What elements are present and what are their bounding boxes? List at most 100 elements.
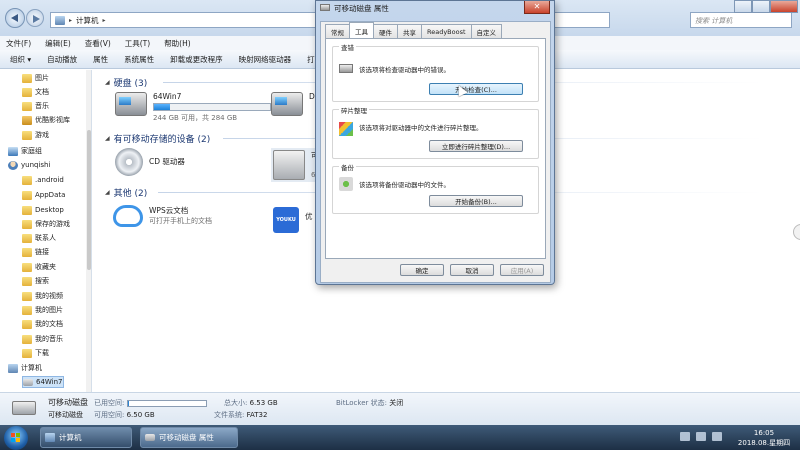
tab-tools[interactable]: 工具 xyxy=(349,22,374,38)
nav-item[interactable]: 我的图片 xyxy=(22,304,63,316)
defrag-icon xyxy=(339,122,353,136)
nav-item[interactable]: 搜索 xyxy=(22,275,49,287)
drive-icon xyxy=(23,378,33,386)
menu-edit[interactable]: 编辑(E) xyxy=(45,38,71,49)
folder-icon xyxy=(22,73,32,83)
details-title: 可移动磁盘 xyxy=(48,398,88,407)
forward-button[interactable] xyxy=(26,9,44,27)
nav-item[interactable]: 联系人 xyxy=(22,232,56,244)
folder-icon xyxy=(22,348,32,358)
group-header-other[interactable]: ◢ 其他 (2) xyxy=(105,186,147,199)
folder-icon xyxy=(22,190,32,200)
minimize-button[interactable] xyxy=(734,0,752,13)
uninstall-button[interactable]: 卸载或更改程序 xyxy=(170,54,223,65)
nav-item[interactable]: 文档 xyxy=(22,86,49,98)
wps-cloud-tile[interactable]: WPS云文档 可打开手机上的文档 xyxy=(113,205,212,227)
error-check-section: 查错 该选项将检查驱动器中的错误。 开始检查(C)... xyxy=(332,42,539,102)
nav-item[interactable]: 计算机 xyxy=(8,362,42,374)
tab-customize[interactable]: 自定义 xyxy=(470,24,503,38)
close-button[interactable] xyxy=(770,0,798,13)
taskbar-item-properties[interactable]: 可移动磁盘 属性 xyxy=(140,427,238,448)
map-network-drive-button[interactable]: 映射网络驱动器 xyxy=(239,54,292,65)
cd-drive-tile[interactable]: CD 驱动器 xyxy=(115,148,185,176)
group-header-removable[interactable]: ◢ 有可移动存储的设备 (2) xyxy=(105,132,210,145)
clock-time: 16:05 xyxy=(753,429,775,437)
volume-icon[interactable] xyxy=(712,432,722,441)
clock[interactable]: 16:05 2018.08.星期四 xyxy=(734,428,794,448)
system-properties-button[interactable]: 系统属性 xyxy=(124,54,154,65)
chevron-right-icon: ▸ xyxy=(102,16,106,24)
tab-hardware[interactable]: 硬件 xyxy=(373,24,398,38)
autoplay-button[interactable]: 自动播放 xyxy=(47,54,77,65)
drive-d-tile[interactable]: D xyxy=(271,92,315,116)
tab-general[interactable]: 常规 xyxy=(325,24,350,38)
nav-item[interactable]: 家庭组 xyxy=(8,145,42,157)
start-button[interactable] xyxy=(4,426,28,450)
nav-item[interactable]: 我的音乐 xyxy=(22,333,63,345)
error-check-icon xyxy=(339,64,353,73)
youku-tile[interactable]: YOUKU 优 xyxy=(273,207,313,233)
breadcrumb[interactable]: 计算机 xyxy=(76,15,99,26)
total-value: 6.53 GB xyxy=(249,399,278,407)
nav-item[interactable]: AppData xyxy=(22,189,65,201)
removable-disk-tile[interactable]: 可 6. xyxy=(271,148,321,182)
organize-button[interactable]: 组织 ▾ xyxy=(10,54,31,65)
nav-item[interactable]: Desktop xyxy=(22,204,64,216)
menu-tools[interactable]: 工具(T) xyxy=(125,38,150,49)
check-now-button[interactable]: 开始检查(C)... xyxy=(429,83,523,95)
item-name: WPS云文档 xyxy=(149,206,189,215)
nav-scrollbar[interactable] xyxy=(86,70,91,392)
nav-item[interactable]: 下载 xyxy=(22,347,49,359)
network-icon[interactable] xyxy=(696,432,706,441)
drive-name: CD 驱动器 xyxy=(149,157,185,166)
cancel-button[interactable]: 取消 xyxy=(450,264,494,276)
drive-c-tile[interactable]: 64Win7 244 GB 可用，共 284 GB xyxy=(115,92,271,123)
section-text: 该选项将对驱动器中的文件进行碎片整理。 xyxy=(359,124,483,132)
taskbar: 计算机 可移动磁盘 属性 16:05 2018.08.星期四 xyxy=(0,425,800,450)
nav-item[interactable]: 保存的游戏 xyxy=(22,218,70,230)
apply-button[interactable]: 应用(A) xyxy=(500,264,544,276)
group-header-hdd[interactable]: ◢ 硬盘 (3) xyxy=(105,76,147,89)
nav-item[interactable]: 图片 xyxy=(22,72,49,84)
menu-view[interactable]: 查看(V) xyxy=(85,38,111,49)
nav-item[interactable]: 游戏 xyxy=(22,129,49,141)
nav-item[interactable]: 我的视频 xyxy=(22,290,63,302)
backup-now-button[interactable]: 开始备份(B)... xyxy=(429,195,523,207)
ok-button[interactable]: 确定 xyxy=(400,264,444,276)
nav-item[interactable]: 优酷影视库 xyxy=(22,114,70,126)
navigation-pane: 64Win7 计算机 下载 我的音乐 我的文档 我的图片 我的视频 搜索 收藏夹 链接 联系人 保存的… xyxy=(0,70,92,392)
dialog-close-button[interactable]: ✕ xyxy=(524,1,550,14)
lib-icon xyxy=(22,115,32,125)
removable-disk-icon xyxy=(145,434,155,441)
fs-value: FAT32 xyxy=(246,411,268,419)
maximize-button[interactable] xyxy=(752,0,770,13)
youku-icon: YOUKU xyxy=(273,207,299,233)
used-space: 已用空间: xyxy=(94,398,207,408)
menu-help[interactable]: 帮助(H) xyxy=(164,38,191,49)
collapse-icon: ◢ xyxy=(105,189,110,196)
menu-file[interactable]: 文件(F) xyxy=(6,38,31,49)
properties-button[interactable]: 属性 xyxy=(93,54,108,65)
tray-chevron-icon[interactable] xyxy=(680,432,690,441)
free-space: 可用空间: 6.50 GB xyxy=(94,410,155,420)
bitlocker-value: 关闭 xyxy=(389,399,404,407)
defragment-now-button[interactable]: 立即进行碎片整理(D)... xyxy=(429,140,523,152)
nav-item-label: 64Win7 xyxy=(36,378,63,386)
nav-item[interactable]: 收藏夹 xyxy=(22,261,56,273)
nav-item[interactable]: yunqishi xyxy=(8,159,50,171)
nav-item[interactable]: 64Win7 xyxy=(22,376,64,388)
removable-disk-icon xyxy=(320,4,330,11)
nav-item-label: 图片 xyxy=(35,74,49,82)
scrollbar-thumb[interactable] xyxy=(87,130,91,270)
tab-readyboost[interactable]: ReadyBoost xyxy=(421,24,472,38)
nav-item[interactable]: 音乐 xyxy=(22,100,49,112)
taskbar-item-computer[interactable]: 计算机 xyxy=(40,427,132,448)
tab-sharing[interactable]: 共享 xyxy=(397,24,422,38)
search-input[interactable]: 搜索 计算机 xyxy=(690,12,792,28)
nav-item[interactable]: 链接 xyxy=(22,246,49,258)
taskbar-item-label: 可移动磁盘 属性 xyxy=(159,433,214,442)
nav-item[interactable]: 我的文档 xyxy=(22,318,63,330)
nav-item-label: 下载 xyxy=(35,349,49,357)
nav-item[interactable]: .android xyxy=(22,174,64,186)
back-button[interactable] xyxy=(5,8,25,28)
